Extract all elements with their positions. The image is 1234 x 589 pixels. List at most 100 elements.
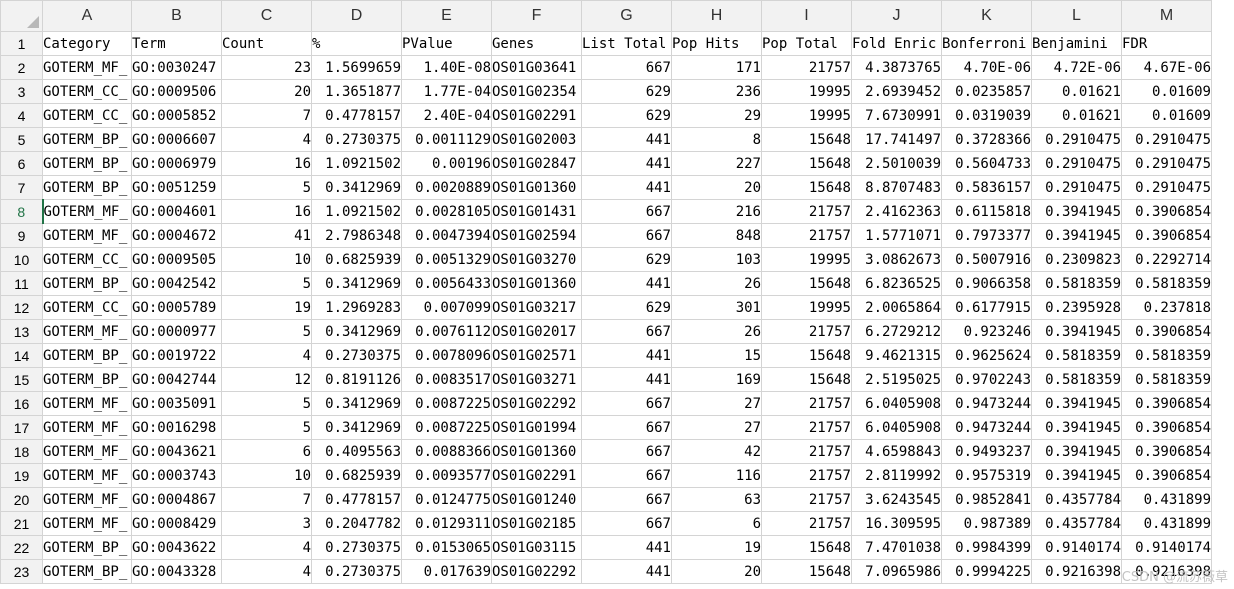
cell-c4[interactable]: 7: [221, 103, 312, 128]
cell-j7[interactable]: 8.8707483: [851, 175, 942, 200]
cell-k7[interactable]: 0.5836157: [941, 175, 1032, 200]
cell-e14[interactable]: 0.0078096: [401, 343, 492, 368]
select-all-corner[interactable]: [0, 0, 43, 32]
cell-k11[interactable]: 0.9066358: [941, 271, 1032, 296]
cell-j19[interactable]: 2.8119992: [851, 463, 942, 488]
cell-k19[interactable]: 0.9575319: [941, 463, 1032, 488]
cell-e15[interactable]: 0.0083517: [401, 367, 492, 392]
cell-j5[interactable]: 17.741497: [851, 127, 942, 152]
cell-d19[interactable]: 0.6825939: [311, 463, 402, 488]
cell-e2[interactable]: 1.40E-08: [401, 55, 492, 80]
cell-m20[interactable]: 0.431899: [1121, 487, 1212, 512]
cell-f21[interactable]: OS01G02185: [491, 511, 582, 536]
cell-h5[interactable]: 8: [671, 127, 762, 152]
cell-f18[interactable]: OS01G01360: [491, 439, 582, 464]
cell-a23[interactable]: GOTERM_BP_: [42, 559, 132, 584]
cell-g21[interactable]: 667: [581, 511, 672, 536]
cell-h15[interactable]: 169: [671, 367, 762, 392]
cell-a16[interactable]: GOTERM_MF_: [42, 391, 132, 416]
cell-d5[interactable]: 0.2730375: [311, 127, 402, 152]
cell-h21[interactable]: 6: [671, 511, 762, 536]
cell-l8[interactable]: 0.3941945: [1031, 199, 1122, 224]
cell-k8[interactable]: 0.6115818: [941, 199, 1032, 224]
cell-b1[interactable]: Term: [131, 31, 222, 56]
cell-d1[interactable]: %: [311, 31, 402, 56]
column-header-c[interactable]: C: [221, 0, 312, 32]
cell-a4[interactable]: GOTERM_CC_: [42, 103, 132, 128]
cell-i20[interactable]: 21757: [761, 487, 852, 512]
cell-k10[interactable]: 0.5007916: [941, 247, 1032, 272]
cell-a17[interactable]: GOTERM_MF_: [42, 415, 132, 440]
cell-l14[interactable]: 0.5818359: [1031, 343, 1122, 368]
column-header-j[interactable]: J: [851, 0, 942, 32]
cell-h20[interactable]: 63: [671, 487, 762, 512]
cell-f1[interactable]: Genes: [491, 31, 582, 56]
cell-m13[interactable]: 0.3906854: [1121, 319, 1212, 344]
cell-d17[interactable]: 0.3412969: [311, 415, 402, 440]
cell-e10[interactable]: 0.0051329: [401, 247, 492, 272]
cell-d23[interactable]: 0.2730375: [311, 559, 402, 584]
cell-m9[interactable]: 0.3906854: [1121, 223, 1212, 248]
cell-c1[interactable]: Count: [221, 31, 312, 56]
cell-l12[interactable]: 0.2395928: [1031, 295, 1122, 320]
cell-e5[interactable]: 0.0011129: [401, 127, 492, 152]
cell-f9[interactable]: OS01G02594: [491, 223, 582, 248]
cell-m7[interactable]: 0.2910475: [1121, 175, 1212, 200]
cell-b9[interactable]: GO:0004672: [131, 223, 222, 248]
row-header[interactable]: 5: [0, 127, 43, 152]
cell-g4[interactable]: 629: [581, 103, 672, 128]
cell-i15[interactable]: 15648: [761, 367, 852, 392]
cell-b5[interactable]: GO:0006607: [131, 127, 222, 152]
cell-g23[interactable]: 441: [581, 559, 672, 584]
cell-f14[interactable]: OS01G02571: [491, 343, 582, 368]
cell-b21[interactable]: GO:0008429: [131, 511, 222, 536]
cell-m15[interactable]: 0.5818359: [1121, 367, 1212, 392]
cell-i7[interactable]: 15648: [761, 175, 852, 200]
cell-m2[interactable]: 4.67E-06: [1121, 55, 1212, 80]
column-header-g[interactable]: G: [581, 0, 672, 32]
cell-h8[interactable]: 216: [671, 199, 762, 224]
cell-b15[interactable]: GO:0042744: [131, 367, 222, 392]
cell-j12[interactable]: 2.0065864: [851, 295, 942, 320]
cell-d2[interactable]: 1.5699659: [311, 55, 402, 80]
cell-b3[interactable]: GO:0009506: [131, 79, 222, 104]
row-header[interactable]: 17: [0, 415, 43, 440]
cell-h9[interactable]: 848: [671, 223, 762, 248]
cell-e4[interactable]: 2.40E-04: [401, 103, 492, 128]
cell-b20[interactable]: GO:0004867: [131, 487, 222, 512]
cell-k22[interactable]: 0.9984399: [941, 535, 1032, 560]
cell-m22[interactable]: 0.9140174: [1121, 535, 1212, 560]
cell-h1[interactable]: Pop Hits: [671, 31, 762, 56]
cell-d15[interactable]: 0.8191126: [311, 367, 402, 392]
cell-c18[interactable]: 6: [221, 439, 312, 464]
cell-g18[interactable]: 667: [581, 439, 672, 464]
row-header[interactable]: 6: [0, 151, 43, 176]
cell-d12[interactable]: 1.2969283: [311, 295, 402, 320]
cell-j16[interactable]: 6.0405908: [851, 391, 942, 416]
cell-m6[interactable]: 0.2910475: [1121, 151, 1212, 176]
cell-j3[interactable]: 2.6939452: [851, 79, 942, 104]
cell-k5[interactable]: 0.3728366: [941, 127, 1032, 152]
cell-h17[interactable]: 27: [671, 415, 762, 440]
cell-e9[interactable]: 0.0047394: [401, 223, 492, 248]
cell-l21[interactable]: 0.4357784: [1031, 511, 1122, 536]
cell-f20[interactable]: OS01G01240: [491, 487, 582, 512]
cell-h3[interactable]: 236: [671, 79, 762, 104]
cell-m4[interactable]: 0.01609: [1121, 103, 1212, 128]
row-header[interactable]: 16: [0, 391, 43, 416]
cell-e17[interactable]: 0.0087225: [401, 415, 492, 440]
cell-h12[interactable]: 301: [671, 295, 762, 320]
cell-g6[interactable]: 441: [581, 151, 672, 176]
cell-i1[interactable]: Pop Total: [761, 31, 852, 56]
cell-g15[interactable]: 441: [581, 367, 672, 392]
cell-e1[interactable]: PValue: [401, 31, 492, 56]
cell-g2[interactable]: 667: [581, 55, 672, 80]
cell-m3[interactable]: 0.01609: [1121, 79, 1212, 104]
cell-j4[interactable]: 7.6730991: [851, 103, 942, 128]
cell-c9[interactable]: 41: [221, 223, 312, 248]
cell-b11[interactable]: GO:0042542: [131, 271, 222, 296]
cell-g7[interactable]: 441: [581, 175, 672, 200]
cell-f4[interactable]: OS01G02291: [491, 103, 582, 128]
cell-f10[interactable]: OS01G03270: [491, 247, 582, 272]
cell-m12[interactable]: 0.237818: [1121, 295, 1212, 320]
